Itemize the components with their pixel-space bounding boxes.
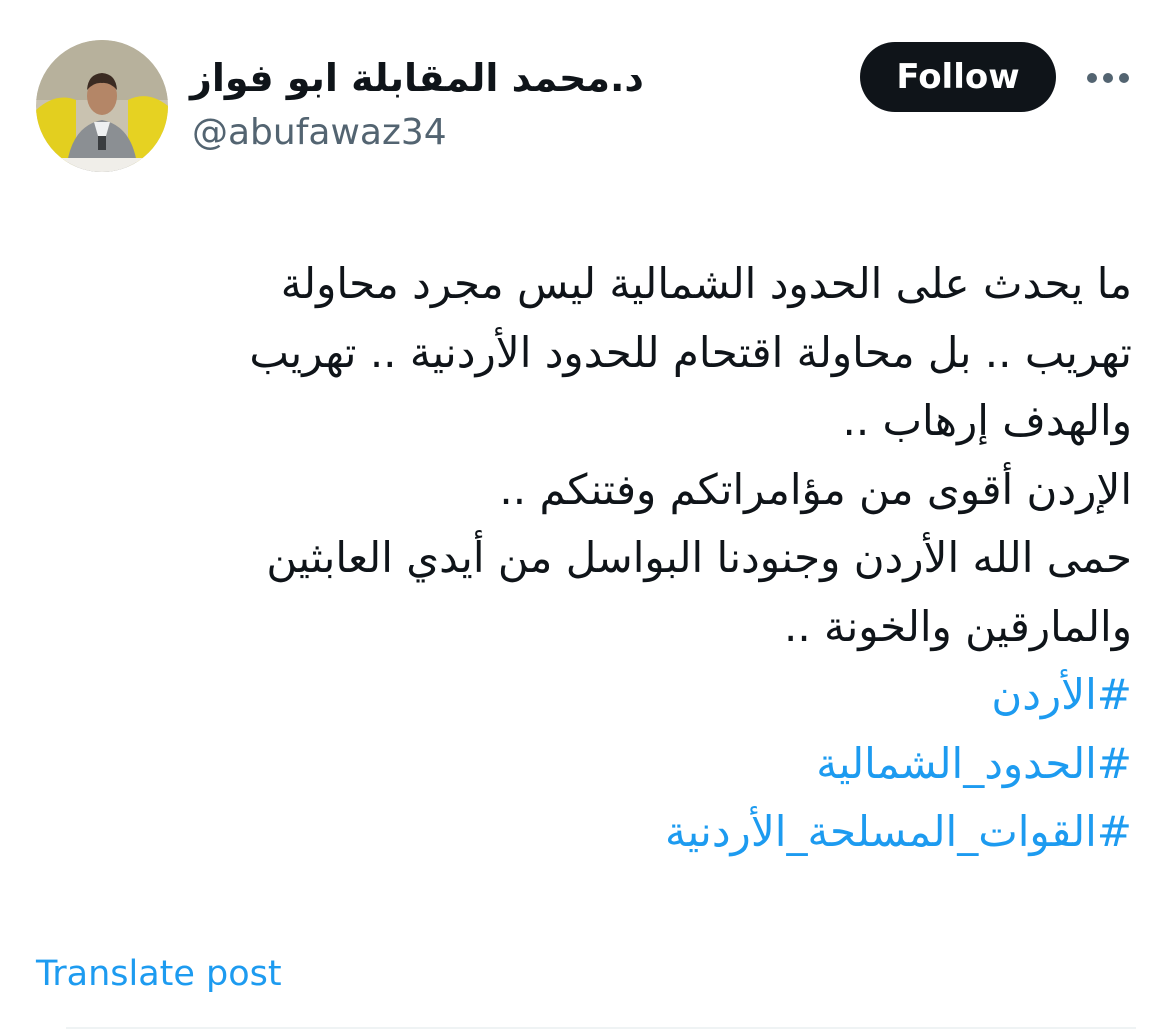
hashtag-link[interactable]: #الحدود_الشمالية [100,730,1132,799]
tweet-text-line: الإردن أقوى من مؤامراتكم وفتنكم .. [499,464,1132,514]
tweet-text-line: والمارقين والخونة .. [784,601,1132,651]
hashtag-link[interactable]: #الأردن [100,661,1132,730]
tweet-text: ما يحدث على الحدود الشمالية ليس مجرد محا… [100,250,1132,867]
display-name[interactable]: د.محمد المقابلة ابو فواز [190,50,710,106]
more-horizontal-icon [1087,73,1129,83]
avatar[interactable] [36,40,168,172]
user-handle[interactable]: @abufawaz34 [192,108,447,158]
tweet-text-line: تهريب .. بل محاولة اقتحام للحدود الأردني… [249,327,1132,377]
tweet-text-line: والهدف إرهاب .. [842,396,1132,445]
profile-photo [36,40,168,172]
hashtag-link[interactable]: #القوات_المسلحة_الأردنية [100,798,1132,867]
translate-post-link[interactable]: Translate post [36,950,282,998]
more-options-button[interactable] [1080,56,1136,100]
follow-button[interactable]: Follow [860,42,1056,112]
tweet-text-line: حمى الله الأردن وجنودنا البواسل من أيدي … [266,533,1132,582]
tweet-text-line: ما يحدث على الحدود الشمالية ليس مجرد محا… [280,259,1132,308]
divider [66,1027,1136,1029]
